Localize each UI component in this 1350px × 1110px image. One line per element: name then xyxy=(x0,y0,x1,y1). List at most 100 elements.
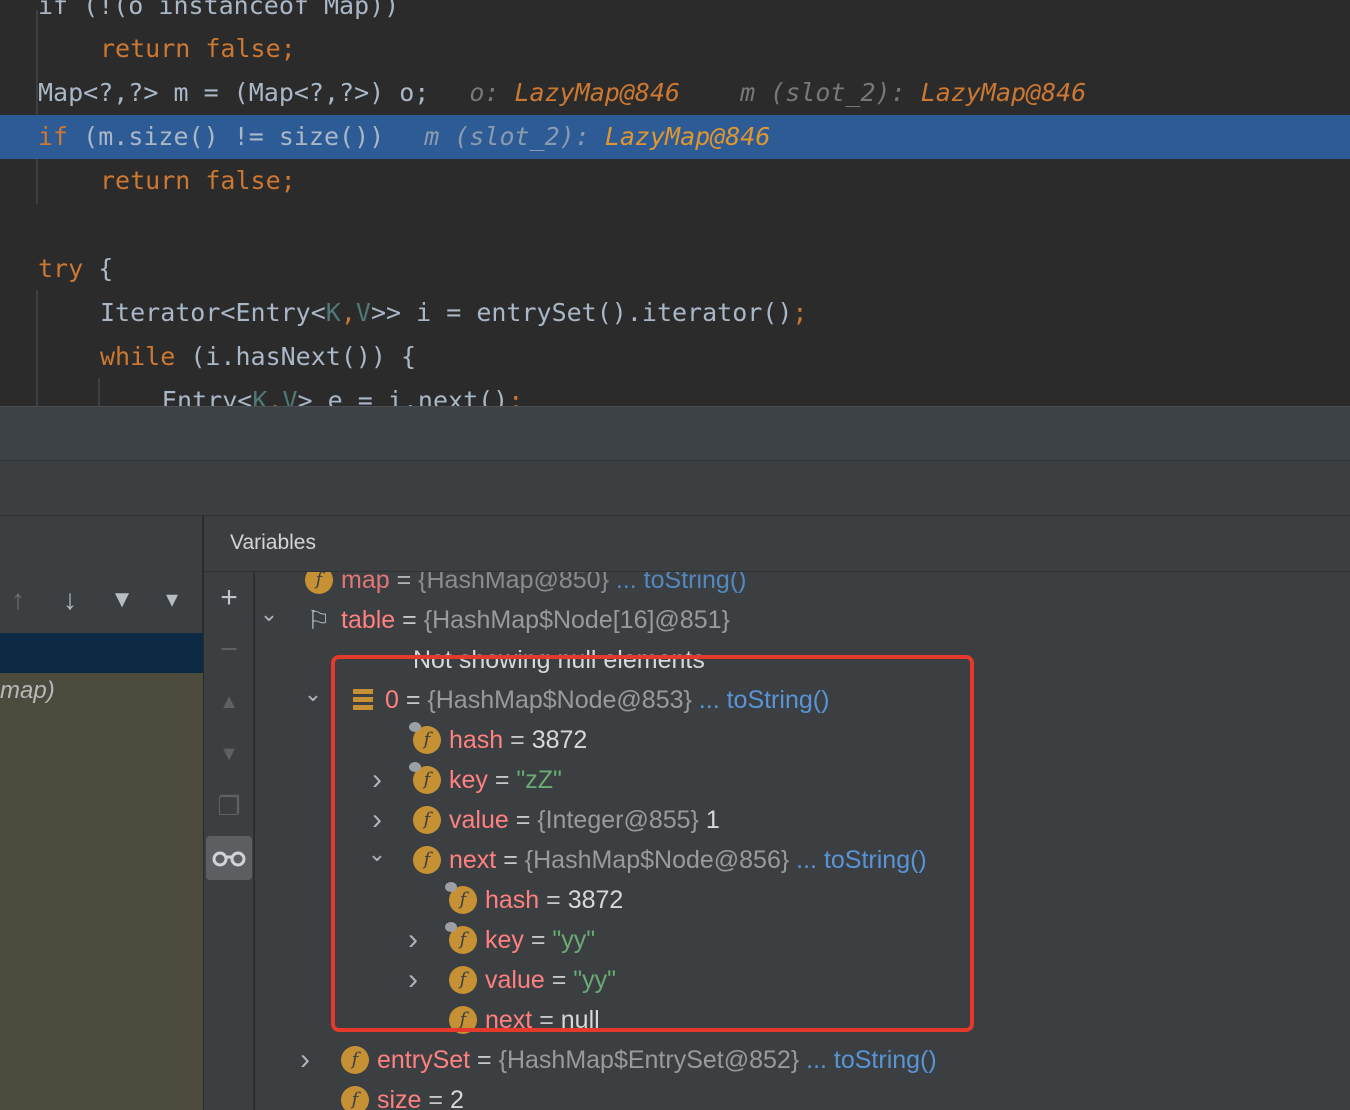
variable-value: 2 xyxy=(449,1086,464,1110)
code-token: (m.size() != size()) xyxy=(68,122,385,151)
to-string-link[interactable]: ... toString() xyxy=(609,572,747,594)
code-text: if (m.size() != size()) m (slot_2): LazyM… xyxy=(38,115,770,159)
code-line[interactable]: if (!(o instanceof Map)) xyxy=(0,0,1350,28)
field-icon: f xyxy=(305,572,333,594)
dropdown-icon[interactable]: ▾ xyxy=(154,582,190,618)
code-line[interactable]: return false; xyxy=(0,159,1350,203)
hint-variable-name: m (slot_2): xyxy=(424,122,605,151)
show-watches-icon[interactable] xyxy=(206,836,252,880)
code-token: > e = i.next() xyxy=(297,386,509,406)
expanded-chevron-icon[interactable]: ⌄ xyxy=(301,680,325,720)
variable-row-map[interactable]: f map = {HashMap@850} ... toString() xyxy=(255,572,1350,600)
move-watch-up-icon[interactable]: ▲ xyxy=(206,680,252,724)
variable-name: entrySet xyxy=(377,1046,471,1074)
variable-name: map xyxy=(341,572,390,594)
code-token: while xyxy=(100,342,176,371)
code-token: V xyxy=(355,298,371,327)
field-icon: f xyxy=(341,1086,369,1110)
code-token: K xyxy=(252,386,268,406)
next-frame-icon[interactable]: ↓ xyxy=(52,582,88,618)
code-token: Map<?,?> m = (Map<?,?>) o; xyxy=(38,78,430,107)
code-token: try xyxy=(38,254,84,283)
debug-tool-window-header xyxy=(0,406,1350,460)
code-token: ; xyxy=(508,386,524,406)
code-token: K xyxy=(325,298,341,327)
frames-toolbar: ↑ ↓ ▼ ▾ xyxy=(0,572,203,628)
code-line[interactable]: Map<?,?> m = (Map<?,?>) o; o: LazyMap@846… xyxy=(0,71,1350,115)
code-text: return false; xyxy=(100,27,296,71)
code-token: Entry< xyxy=(162,386,253,406)
code-line[interactable]: while (i.hasNext()) { xyxy=(0,335,1350,379)
field-icon: f xyxy=(341,1046,369,1074)
code-token: Iterator<Entry< xyxy=(100,298,326,327)
inline-debug-value-hint[interactable]: m (slot_2): LazyMap@846 xyxy=(424,122,770,151)
remove-watch-icon[interactable]: − xyxy=(206,628,252,672)
expanded-chevron-icon[interactable]: ⌄ xyxy=(257,600,281,640)
new-watch-icon[interactable]: + xyxy=(206,576,252,620)
code-token: , xyxy=(340,298,356,327)
frame-list-item-selected[interactable] xyxy=(0,633,203,673)
hint-variable-name: o: xyxy=(469,78,515,107)
equals-sign: = xyxy=(421,1086,450,1110)
code-editor[interactable]: if (!(o instanceof Map)) return false; Map… xyxy=(0,0,1350,406)
code-text: Iterator<Entry<K,V>> i = entrySet().iter… xyxy=(100,291,807,335)
duplicate-watch-icon[interactable]: ❐ xyxy=(206,784,252,828)
frame-label: map) xyxy=(0,677,55,704)
code-token: (i.hasNext()) { xyxy=(175,342,417,371)
move-watch-down-icon[interactable]: ▼ xyxy=(206,732,252,776)
equals-sign: = xyxy=(470,1046,499,1074)
variable-text: entrySet = {HashMap$EntrySet@852} ... to… xyxy=(377,1040,937,1080)
code-token: if xyxy=(38,122,69,151)
variables-header: Variables xyxy=(204,516,1350,572)
code-token: return false; xyxy=(100,34,296,63)
code-text: Map<?,?> m = (Map<?,?>) o; o: LazyMap@846… xyxy=(38,71,1086,115)
code-line[interactable]: try { xyxy=(0,247,1350,291)
code-line[interactable]: return false; xyxy=(0,27,1350,71)
code-line[interactable]: Iterator<Entry<K,V>> i = entrySet().iter… xyxy=(0,291,1350,335)
to-string-link[interactable]: ... toString() xyxy=(799,1046,937,1074)
code-text: return false; xyxy=(100,159,296,203)
annotation-highlight-box xyxy=(331,655,974,1032)
filter-icon[interactable]: ▼ xyxy=(104,582,140,618)
variable-type: {HashMap@850} xyxy=(418,572,609,594)
variable-name: table xyxy=(341,606,396,634)
code-line[interactable]: Entry<K,V> e = i.next(); xyxy=(0,379,1350,406)
variable-type: {HashMap$EntrySet@852} xyxy=(498,1046,800,1074)
hint-variable-value: LazyMap@846 xyxy=(920,78,1087,107)
code-text: while (i.hasNext()) { xyxy=(100,335,416,379)
code-text: try { xyxy=(38,247,113,291)
inline-debug-value-hint[interactable]: o: LazyMap@846 xyxy=(469,78,680,107)
variables-side-toolbar: + − ▲ ▼ ❐ xyxy=(204,572,254,1110)
code-token: if (!(o instanceof Map)) xyxy=(38,0,400,20)
frame-list-item[interactable]: map) xyxy=(0,673,203,1110)
code-text: if (!(o instanceof Map)) xyxy=(38,0,399,28)
code-token: { xyxy=(83,254,114,283)
frames-panel: ↑ ↓ ▼ ▾ map) xyxy=(0,516,203,1110)
variable-text: table = {HashMap$Node[16]@851} xyxy=(341,600,730,640)
inline-debug-value-hint[interactable]: m (slot_2): LazyMap@846 xyxy=(740,78,1086,107)
variable-type: {HashMap$Node[16]@851} xyxy=(423,606,730,634)
collapsed-chevron-icon[interactable]: › xyxy=(293,1040,317,1080)
variable-row-table[interactable]: ⌄ ⚐ table = {HashMap$Node[16]@851} xyxy=(255,600,1350,640)
variable-name: size xyxy=(377,1086,422,1110)
code-token: , xyxy=(267,386,283,406)
previous-frame-icon[interactable]: ↑ xyxy=(0,582,36,618)
hint-variable-value: LazyMap@846 xyxy=(514,78,681,107)
hint-variable-value: LazyMap@846 xyxy=(604,122,771,151)
equals-sign: = xyxy=(395,606,424,634)
code-line[interactable] xyxy=(0,203,1350,247)
hint-variable-name: m (slot_2): xyxy=(740,78,921,107)
variable-text: map = {HashMap@850} ... toString() xyxy=(341,572,746,600)
variable-row-size[interactable]: f size = 2 xyxy=(255,1080,1350,1110)
code-text: Entry<K,V> e = i.next(); xyxy=(162,379,523,406)
variables-title: Variables xyxy=(230,531,316,554)
code-line-current-execution[interactable]: if (m.size() != size()) m (slot_2): LazyM… xyxy=(0,115,1350,159)
debug-tabs-bar xyxy=(0,460,1350,516)
variable-text: size = 2 xyxy=(377,1080,464,1110)
variable-row-entrySet[interactable]: › f entrySet = {HashMap$EntrySet@852} ... … xyxy=(255,1040,1350,1080)
code-token: >> i = entrySet().iterator() xyxy=(370,298,793,327)
flag-icon: ⚐ xyxy=(307,605,331,635)
code-token: V xyxy=(282,386,298,406)
equals-sign: = xyxy=(389,572,419,594)
code-token: ; xyxy=(792,298,808,327)
